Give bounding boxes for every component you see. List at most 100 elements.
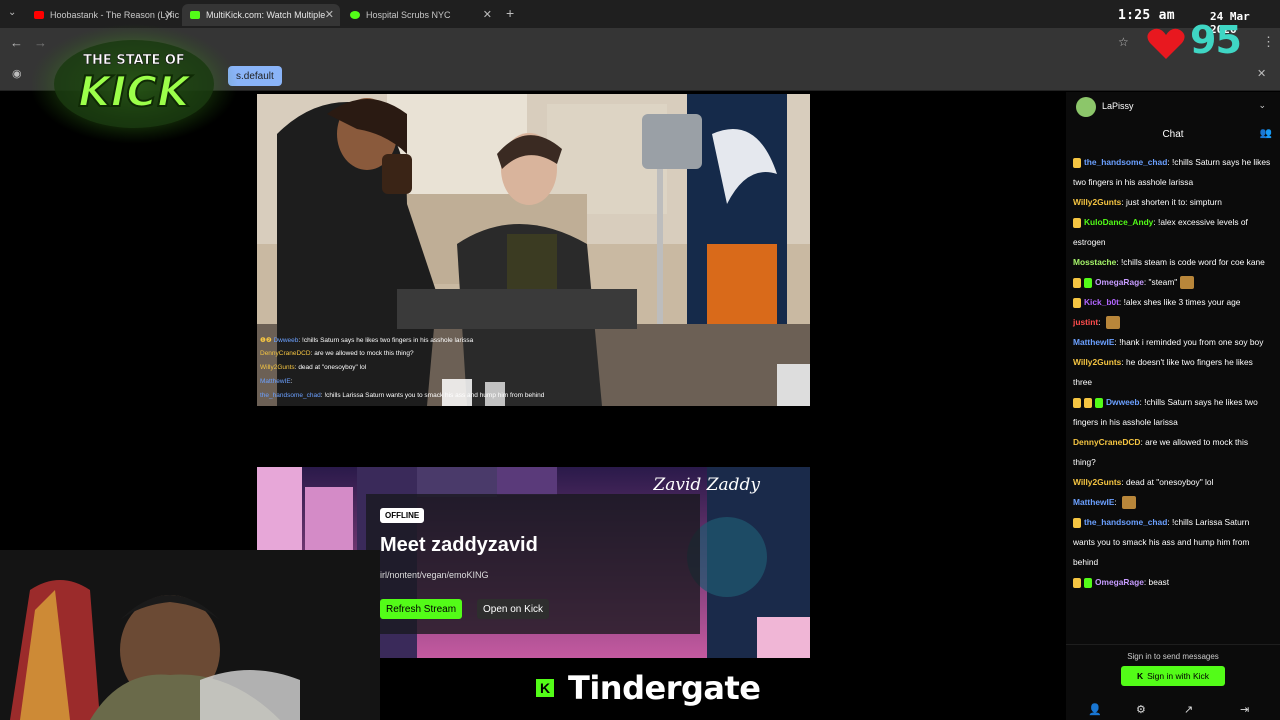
overlay-chat-user: the_handsome_chad — [260, 392, 321, 399]
chat-title: Chat — [1162, 129, 1184, 140]
chat-username[interactable]: MatthewIE — [1073, 497, 1114, 507]
chat-text: beast — [1148, 577, 1170, 587]
chat-messages: the_handsome_chad: !chills Saturn says h… — [1073, 152, 1273, 592]
chat-username[interactable]: MatthewIE — [1073, 337, 1114, 347]
state-of-kick-logo: THE STATE OF KICK — [30, 22, 242, 144]
chat-badge-icon — [1073, 217, 1081, 228]
chat-badge-icon — [1084, 397, 1092, 408]
logo-art: THE STATE OF KICK — [30, 24, 238, 144]
open-on-kick-button[interactable]: Open on Kick — [477, 599, 550, 619]
emote-icon — [1122, 496, 1137, 510]
users-icon[interactable]: 👥 — [1260, 128, 1272, 139]
stream-video-main[interactable]: ❶❷ Dwweeb: !chills Saturn says he likes … — [257, 94, 810, 406]
subscriber-badge-icon — [1084, 277, 1092, 288]
chat-message: justint: — [1073, 312, 1273, 332]
chat-message: MatthewIE: — [1073, 492, 1273, 512]
close-tab-icon[interactable]: ✕ — [483, 8, 492, 21]
chat-header: LaPissy ⌄ Chat 👥 — [1066, 92, 1280, 150]
back-icon[interactable]: ← — [10, 35, 23, 50]
popout-icon[interactable]: ↗ — [1184, 703, 1193, 716]
webcam-image — [0, 550, 380, 720]
tab-label: MultiKick.com: Watch Multiple — [206, 10, 326, 20]
chat-username[interactable]: Willy2Gunts — [1073, 357, 1121, 367]
overlay-chat-text: are we allowed to mock this thing? — [314, 350, 414, 357]
chat-message: MatthewIE: !hank i reminded you from one… — [1073, 332, 1273, 352]
ticker-banner: K Tindergate — [536, 664, 796, 712]
chevron-down-icon[interactable]: ⌄ — [1258, 100, 1266, 111]
close-tab-icon[interactable]: ✕ — [165, 8, 174, 21]
chat-username[interactable]: the_handsome_chad — [1084, 157, 1167, 167]
chat-text: "steam" — [1148, 277, 1178, 287]
logo-line2: KICK — [78, 67, 193, 116]
chat-message: KuloDance_Andy: !alex excessive levels o… — [1073, 212, 1273, 252]
overlay-chat-user: Willy2Gunts — [260, 364, 295, 371]
sign-in-label: Sign in with Kick — [1147, 671, 1210, 681]
chat-username[interactable]: KuloDance_Andy — [1084, 217, 1153, 227]
sign-in-button[interactable]: K Sign in with Kick — [1121, 666, 1225, 686]
chat-username[interactable]: justint — [1073, 317, 1098, 327]
overlay-chat-user: DennyCraneDCD — [260, 350, 311, 357]
chat-username[interactable]: Dwweeb — [1106, 397, 1140, 407]
chat-username[interactable]: DennyCraneDCD — [1073, 437, 1140, 447]
chat-message: OmegaRage: beast — [1073, 572, 1273, 592]
kick-logo-icon: K — [1136, 671, 1144, 681]
offline-subtitle: irl/nontent/vegan/emoKING — [380, 570, 489, 580]
emote-icon — [1180, 276, 1195, 290]
bookmark-star-icon[interactable]: ☆ — [1118, 35, 1129, 49]
tab-hospital-scrubs[interactable]: Hospital Scrubs NYC ✕ — [342, 4, 498, 26]
overlay-chat-line: MatthewIE: — [260, 378, 293, 385]
chrome-icon[interactable]: ◉ — [12, 67, 22, 80]
channel-name[interactable]: LaPissy — [1102, 101, 1134, 111]
overlay-chat-user: MatthewIE — [260, 378, 291, 385]
subscriber-badge-icon — [1084, 577, 1092, 588]
chat-panel: LaPissy ⌄ Chat 👥 the_handsome_chad: !chi… — [1066, 92, 1280, 720]
chat-text: !alex shes like 3 times your age — [1123, 297, 1241, 307]
new-tab-button[interactable]: + — [506, 5, 514, 21]
logo-line1: THE STATE OF — [83, 53, 185, 68]
close-tab-icon[interactable]: ✕ — [325, 8, 334, 21]
refresh-stream-button[interactable]: Refresh Stream — [380, 599, 463, 619]
overlay-chat-line: Willy2Gunts: dead at "onesoyboy" lol — [260, 364, 367, 371]
offline-card: OFFLINE Meet zaddyzavid irl/nontent/vega… — [366, 494, 700, 634]
chat-message: Willy2Gunts: dead at "onesoyboy" lol — [1073, 472, 1273, 492]
collapse-icon[interactable]: ⇥ — [1240, 703, 1249, 716]
overlay-chat-line: DennyCraneDCD: are we allowed to mock th… — [260, 350, 414, 357]
close-bar-icon[interactable]: ✕ — [1257, 67, 1266, 80]
multikick-icon — [190, 11, 200, 19]
chat-message: DennyCraneDCD: are we allowed to mock th… — [1073, 432, 1273, 472]
menu-icon[interactable]: ⋮ — [1262, 34, 1275, 50]
chat-message: the_handsome_chad: !chills Larissa Satur… — [1073, 512, 1273, 572]
youtube-icon — [34, 11, 44, 19]
chat-username[interactable]: the_handsome_chad — [1084, 517, 1167, 527]
chat-badge-icon — [1073, 397, 1081, 408]
chat-text: !chills steam is code word for coe kane — [1120, 257, 1265, 267]
chat-text: just shorten it to: simpturn — [1125, 197, 1222, 207]
chat-username[interactable]: Willy2Gunts — [1073, 477, 1121, 487]
overlay-clock: 1:25 am — [1118, 8, 1175, 23]
kick-logo-icon: K — [536, 679, 554, 697]
viewer-count: 95 — [1190, 18, 1242, 62]
chat-colon: : — [1098, 317, 1103, 327]
chat-username[interactable]: Willy2Gunts — [1073, 197, 1121, 207]
gear-icon[interactable]: ⚙ — [1136, 703, 1146, 716]
chat-message: Kick_b0t: !alex shes like 3 times your a… — [1073, 292, 1273, 312]
chat-message: Dwweeb: !chills Saturn says he likes two… — [1073, 392, 1273, 432]
channel-avatar[interactable] — [1076, 97, 1096, 117]
kick-icon — [350, 11, 360, 19]
chat-username[interactable]: OmegaRage — [1095, 577, 1144, 587]
chat-username[interactable]: Kick_b0t — [1084, 297, 1119, 307]
chat-text: dead at "onesoyboy" lol — [1125, 477, 1214, 487]
chat-username[interactable]: Mosstache — [1073, 257, 1116, 267]
video-frame — [257, 94, 810, 406]
overlay-chat-text: dead at "onesoyboy" lol — [298, 364, 367, 371]
add-user-icon[interactable]: 👤 — [1088, 703, 1102, 716]
chat-username[interactable]: OmegaRage — [1095, 277, 1144, 287]
heart-icon — [1146, 27, 1186, 61]
tab-label: Hospital Scrubs NYC — [366, 10, 451, 20]
screen: { "browser": { "tabs": [ {"label": "Hoob… — [0, 0, 1280, 720]
banner-title: Zavid Zaddy — [653, 475, 760, 495]
chat-badge-icon — [1073, 277, 1081, 288]
overlay-chat-line: the_handsome_chad: !chills Larissa Satur… — [260, 392, 545, 399]
emote-icon — [1105, 316, 1120, 330]
tab-search-icon[interactable]: ⌄ — [8, 7, 16, 18]
